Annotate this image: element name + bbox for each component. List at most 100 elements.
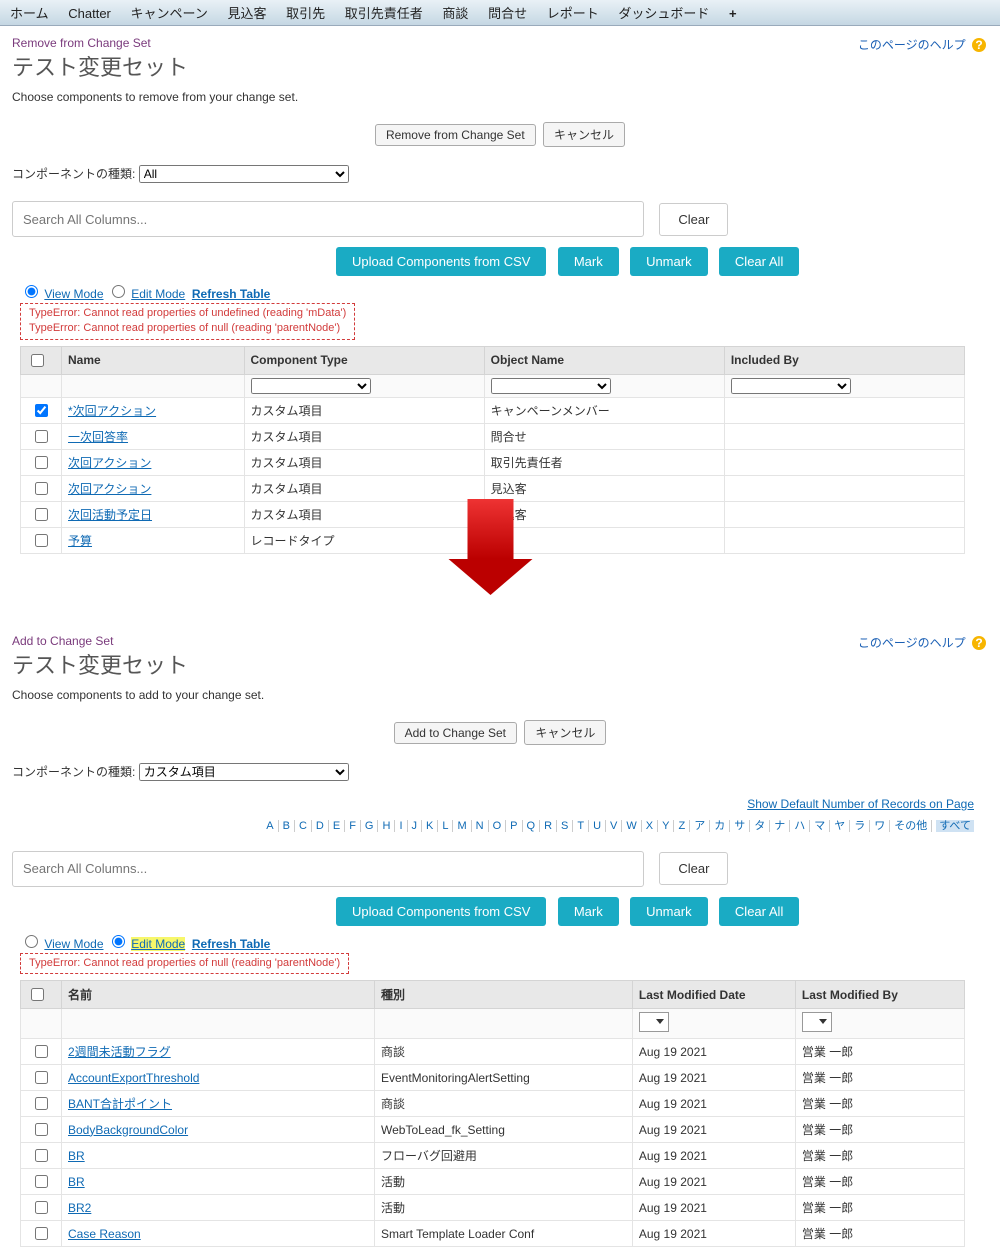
alpha-filter-link[interactable]: ナ [774,820,790,832]
refresh-table-link[interactable]: Refresh Table [192,287,270,301]
row-checkbox[interactable] [35,456,48,469]
component-name-link[interactable]: BR [68,1149,85,1163]
col-name[interactable]: Name [62,346,245,374]
col-included-by[interactable]: Included By [724,346,964,374]
alpha-filter-link[interactable]: サ [734,820,750,832]
row-checkbox[interactable] [35,1175,48,1188]
component-name-link[interactable]: 次回アクション [68,482,151,496]
row-checkbox[interactable] [35,1149,48,1162]
nav-tab[interactable]: キャンペーン [131,3,208,22]
alpha-filter-link[interactable]: カ [714,820,730,832]
page-help-link[interactable]: このページのヘルプ ? [858,36,986,53]
component-name-link[interactable]: BR [68,1175,85,1189]
component-name-link[interactable]: 2週間未活動フラグ [68,1045,171,1059]
alpha-filter-link[interactable]: H [382,820,395,832]
alpha-filter-link[interactable]: ア [694,820,710,832]
alpha-filter-link[interactable]: I [399,820,407,832]
alpha-filter-link[interactable]: U [593,820,606,832]
alpha-filter-link[interactable]: Q [527,820,541,832]
nav-tab[interactable]: 取引先責任者 [345,3,423,22]
view-mode-radio[interactable] [25,285,38,298]
row-checkbox[interactable] [35,430,48,443]
unmark-button[interactable]: Unmark [630,897,708,926]
edit-mode-link[interactable]: Edit Mode [131,287,185,301]
remove-from-change-set-button[interactable]: Remove from Change Set [375,124,536,146]
component-name-link[interactable]: 予算 [68,534,92,548]
col-name[interactable]: 名前 [62,981,375,1009]
alpha-filter-link[interactable]: K [426,820,438,832]
nav-tab[interactable]: 取引先 [286,3,325,22]
refresh-table-link[interactable]: Refresh Table [192,937,270,951]
alpha-filter-link[interactable]: タ [754,820,770,832]
component-name-link[interactable]: 一次回答率 [68,430,128,444]
alpha-filter-link[interactable]: R [544,820,557,832]
edit-mode-radio[interactable] [112,935,125,948]
component-name-link[interactable]: BR2 [68,1201,91,1215]
alpha-filter-link[interactable]: L [442,820,453,832]
alpha-filter-link[interactable]: その他 [894,820,932,832]
view-mode-link[interactable]: View Mode [44,287,103,301]
nav-tab[interactable]: ホーム [10,3,49,22]
component-name-link[interactable]: 次回アクション [68,456,151,470]
alpha-filter-link[interactable]: P [510,820,522,832]
row-checkbox[interactable] [35,404,48,417]
alpha-filter-link[interactable]: O [493,820,507,832]
col-type[interactable]: 種別 [375,981,633,1009]
nav-tab[interactable]: 問合せ [488,3,527,22]
mark-button[interactable]: Mark [558,247,619,276]
alpha-filter-link[interactable]: G [365,820,379,832]
row-checkbox[interactable] [35,1201,48,1214]
filter-by-dropdown[interactable] [802,1012,832,1032]
nav-tab[interactable]: レポート [547,3,599,22]
alpha-filter-link[interactable]: A [266,820,278,832]
edit-mode-radio[interactable] [112,285,125,298]
select-all-checkbox[interactable] [31,988,44,1001]
nav-tab[interactable]: 見込客 [228,3,267,22]
upload-csv-button[interactable]: Upload Components from CSV [336,897,546,926]
clear-all-button[interactable]: Clear All [719,897,799,926]
col-date[interactable]: Last Modified Date [632,981,795,1009]
alpha-filter-link[interactable]: ハ [794,820,810,832]
add-to-change-set-button[interactable]: Add to Change Set [394,722,517,744]
row-checkbox[interactable] [35,534,48,547]
col-object[interactable]: Object Name [484,346,724,374]
alpha-filter-link[interactable]: ヤ [834,820,850,832]
alpha-filter-link[interactable]: ラ [854,820,870,832]
alpha-filter-link[interactable]: J [412,820,423,832]
upload-csv-button[interactable]: Upload Components from CSV [336,247,546,276]
alpha-filter-link[interactable]: D [316,820,329,832]
row-checkbox[interactable] [35,508,48,521]
alpha-filter-link[interactable]: E [333,820,345,832]
alpha-filter-link[interactable]: M [457,820,471,832]
search-input[interactable] [12,851,644,887]
search-input[interactable] [12,201,644,237]
component-name-link[interactable]: Case Reason [68,1227,141,1241]
clear-all-button[interactable]: Clear All [719,247,799,276]
component-type-select[interactable]: カスタム項目 [139,763,349,781]
row-checkbox[interactable] [35,1071,48,1084]
view-mode-link[interactable]: View Mode [44,937,103,951]
alpha-filter-link[interactable]: Z [678,820,690,832]
component-name-link[interactable]: *次回アクション [68,404,156,418]
alpha-filter-link[interactable]: マ [814,820,830,832]
add-tab-icon[interactable]: + [729,6,737,21]
view-mode-radio[interactable] [25,935,38,948]
alpha-filter-link[interactable]: F [349,820,361,832]
col-by[interactable]: Last Modified By [795,981,964,1009]
row-checkbox[interactable] [35,1227,48,1240]
filter-included-select[interactable] [731,378,851,394]
component-name-link[interactable]: BodyBackgroundColor [68,1123,188,1137]
filter-date-dropdown[interactable] [639,1012,669,1032]
alpha-filter-link[interactable]: V [610,820,622,832]
col-type[interactable]: Component Type [244,346,484,374]
select-all-checkbox[interactable] [31,354,44,367]
component-name-link[interactable]: AccountExportThreshold [68,1071,199,1085]
alpha-filter-link[interactable]: S [561,820,573,832]
clear-search-button[interactable]: Clear [659,203,728,236]
records-count-link[interactable]: Show Default Number of Records on Page [747,797,974,811]
row-checkbox[interactable] [35,1123,48,1136]
alpha-filter-link[interactable]: すべて [936,820,974,832]
alpha-filter-link[interactable]: B [283,820,295,832]
nav-tab[interactable]: 商談 [442,3,468,22]
alpha-filter-link[interactable]: C [299,820,312,832]
